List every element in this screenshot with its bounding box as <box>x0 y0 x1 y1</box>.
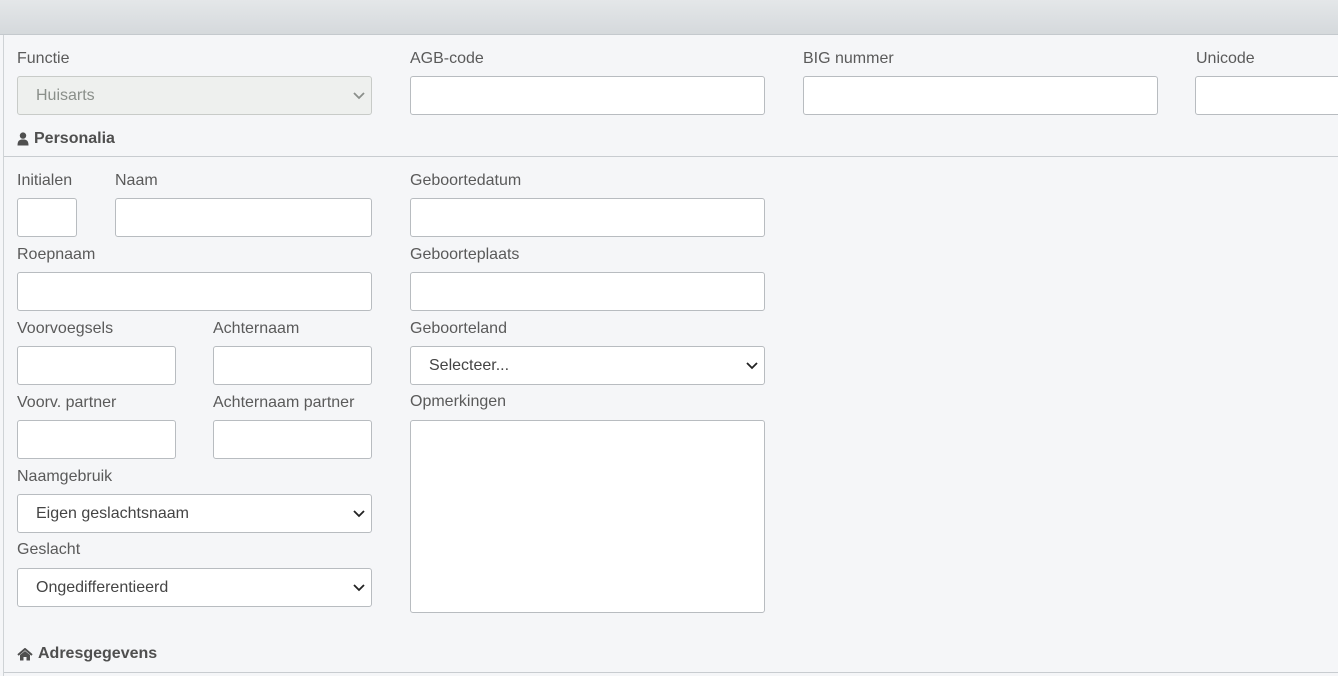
initialen-input[interactable] <box>17 198 77 237</box>
geslacht-value: Ongedifferentieerd <box>36 579 169 596</box>
geboortedatum-label: Geboortedatum <box>410 172 522 189</box>
naamgebruik-value: Eigen geslachtsnaam <box>36 505 189 522</box>
functie-value: Huisarts <box>36 87 95 104</box>
initialen-label: Initialen <box>17 172 73 189</box>
naam-input[interactable] <box>115 198 372 237</box>
personalia-section-header: Personalia <box>17 130 115 148</box>
top-toolbar <box>0 0 1338 35</box>
geboorteplaats-label: Geboorteplaats <box>410 246 520 263</box>
panel-left-border <box>3 35 4 676</box>
chevron-down-icon <box>353 510 365 518</box>
chevron-down-icon <box>353 92 365 100</box>
adresgegevens-divider <box>4 672 1338 673</box>
roepnaam-input[interactable] <box>17 272 372 311</box>
opmerkingen-textarea[interactable] <box>410 420 765 613</box>
naamgebruik-label: Naamgebruik <box>17 468 113 485</box>
roepnaam-label: Roepnaam <box>17 246 96 263</box>
chevron-down-icon <box>353 584 365 592</box>
voorvoegsels-input[interactable] <box>17 346 176 385</box>
achternaam-label: Achternaam <box>213 320 300 337</box>
voorvoegsels-label: Voorvoegsels <box>17 320 114 337</box>
personalia-title: Personalia <box>34 130 115 147</box>
achternaam-partner-input[interactable] <box>213 420 372 459</box>
functie-label: Functie <box>17 50 70 67</box>
agb-code-input[interactable] <box>410 76 765 115</box>
geslacht-label: Geslacht <box>17 541 81 558</box>
achternaam-input[interactable] <box>213 346 372 385</box>
achternaam-partner-label: Achternaam partner <box>213 394 355 411</box>
geboorteland-value: Selecteer... <box>429 357 510 374</box>
adresgegevens-section-header: Adresgegevens <box>17 645 157 663</box>
naamgebruik-select[interactable]: Eigen geslachtsnaam <box>17 494 372 533</box>
user-icon <box>17 132 29 146</box>
big-nummer-input[interactable] <box>803 76 1158 115</box>
naam-label: Naam <box>115 172 158 189</box>
home-icon <box>17 647 33 660</box>
geboorteland-select[interactable]: Selecteer... <box>410 346 765 385</box>
chevron-down-icon <box>746 362 758 370</box>
opmerkingen-label: Opmerkingen <box>410 393 507 410</box>
geboorteland-label: Geboorteland <box>410 320 507 337</box>
unicode-label: Unicode <box>1196 50 1255 67</box>
geslacht-select[interactable]: Ongedifferentieerd <box>17 568 372 607</box>
adresgegevens-title: Adresgegevens <box>38 645 158 662</box>
geboortedatum-input[interactable] <box>410 198 765 237</box>
geboorteplaats-input[interactable] <box>410 272 765 311</box>
voorv-partner-input[interactable] <box>17 420 176 459</box>
unicode-input[interactable] <box>1195 76 1338 115</box>
voorv-partner-label: Voorv. partner <box>17 394 117 411</box>
functie-select: Huisarts <box>17 76 372 115</box>
agb-code-label: AGB-code <box>410 50 484 67</box>
personalia-divider <box>4 156 1338 157</box>
big-nummer-label: BIG nummer <box>803 50 894 67</box>
